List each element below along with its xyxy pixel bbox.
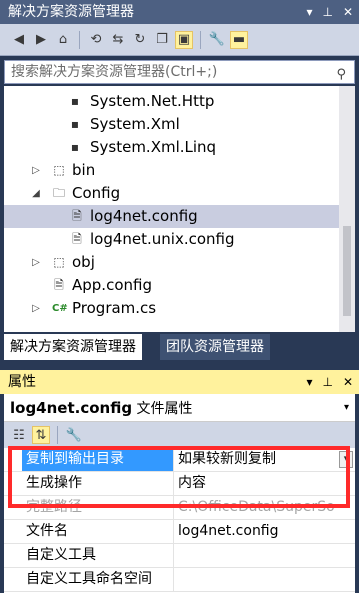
- refresh-icon[interactable]: ↻: [131, 31, 149, 49]
- config-file-icon: 🗎: [72, 209, 82, 223]
- preview-icon[interactable]: ▬: [230, 30, 248, 49]
- history-icon[interactable]: ⟲: [87, 31, 105, 49]
- close-icon[interactable]: ✕: [343, 0, 353, 24]
- back-icon[interactable]: ◀: [10, 31, 28, 49]
- categorized-icon[interactable]: ☷: [10, 426, 28, 444]
- search-icon[interactable]: ⚲: [336, 64, 346, 86]
- tree-item-bin[interactable]: ▷ ⬚ bin: [4, 159, 339, 182]
- expand-arrow-icon[interactable]: ▷: [30, 159, 42, 182]
- properties-wrench-icon[interactable]: 🔧: [208, 31, 226, 49]
- solution-explorer-toolbar: ◀ ▶ ⌂ ⟲ ⇆ ↻ ❐ ▣ 🔧 ▬: [0, 24, 359, 56]
- search-placeholder: 搜索解决方案资源管理器(Ctrl+;): [11, 64, 218, 80]
- folder-open-icon: 🗀: [52, 186, 65, 200]
- show-all-files-icon[interactable]: ▣: [175, 30, 193, 49]
- property-row-full-path[interactable]: 完整路径 C:\OfficeData\SuperSo: [4, 496, 355, 520]
- reference-icon: ▪: [70, 94, 80, 108]
- search-input[interactable]: 搜索解决方案资源管理器(Ctrl+;) ⚲: [4, 60, 355, 84]
- tree-item-obj[interactable]: ▷ ⬚ obj: [4, 251, 339, 274]
- properties-title: 属性: [8, 374, 36, 390]
- tree-item-config[interactable]: ◢ 🗀 Config: [4, 182, 339, 205]
- properties-object-name: log4net.config: [10, 399, 133, 417]
- close-icon[interactable]: ✕: [343, 370, 353, 394]
- expand-arrow-icon[interactable]: ▷: [30, 251, 42, 274]
- dropdown-icon[interactable]: ▾: [306, 0, 312, 24]
- pin-icon[interactable]: ⊥: [322, 370, 332, 394]
- explorer-tab-strip: 解决方案资源管理器 团队资源管理器: [0, 334, 359, 360]
- property-row-custom-tool[interactable]: 自定义工具: [4, 544, 355, 568]
- alphabetical-icon[interactable]: ⇅: [32, 426, 50, 444]
- config-file-icon: 🗎: [54, 278, 64, 292]
- reference-icon: ▪: [70, 140, 80, 154]
- tree-item-app-config[interactable]: 🗎 App.config: [4, 274, 339, 297]
- chevron-down-icon[interactable]: ▾: [339, 451, 353, 468]
- tree-item-system-xml[interactable]: ▪ System.Xml: [4, 113, 339, 136]
- tab-team-explorer[interactable]: 团队资源管理器: [160, 334, 270, 360]
- tree-item-log4net-unix-config[interactable]: 🗎 log4net.unix.config: [4, 228, 339, 251]
- forward-icon[interactable]: ▶: [32, 31, 50, 49]
- tree-item-system-xml-linq[interactable]: ▪ System.Xml.Linq: [4, 136, 339, 159]
- scrollbar-thumb[interactable]: [343, 226, 351, 316]
- folder-dotted-icon: ⬚: [53, 163, 65, 177]
- tree-item-system-net-http[interactable]: ▪ System.Net.Http: [4, 90, 339, 113]
- config-file-icon: 🗎: [72, 232, 82, 246]
- chevron-down-icon[interactable]: ▾: [344, 394, 349, 422]
- reference-icon: ▪: [70, 117, 80, 131]
- property-row-file-name[interactable]: 文件名 log4net.config: [4, 520, 355, 544]
- tab-solution-explorer[interactable]: 解决方案资源管理器: [4, 334, 142, 360]
- collapse-arrow-icon[interactable]: ◢: [30, 182, 42, 205]
- solution-explorer-title-bar: 解决方案资源管理器 ▾ ⊥ ✕: [0, 0, 359, 24]
- property-row-custom-tool-namespace[interactable]: 自定义工具命名空间: [4, 568, 355, 592]
- property-grid: 复制到输出目录 如果较新则复制 ▾ 生成操作 内容 完整路径 C:\Office…: [4, 448, 355, 593]
- properties-toolbar: ☷ ⇅ 🔧: [4, 422, 355, 448]
- csharp-file-icon: C#: [52, 303, 68, 314]
- property-pages-icon[interactable]: 🔧: [65, 426, 83, 444]
- folder-dotted-icon: ⬚: [53, 255, 65, 269]
- properties-title-bar: 属性 ▾ ⊥ ✕: [0, 370, 359, 394]
- pin-icon[interactable]: ⊥: [322, 0, 332, 24]
- dropdown-icon[interactable]: ▾: [306, 370, 312, 394]
- property-row-copy-to-output[interactable]: 复制到输出目录 如果较新则复制 ▾: [4, 448, 355, 472]
- properties-object-selector[interactable]: log4net.config 文件属性 ▾: [4, 394, 355, 422]
- collapse-all-icon[interactable]: ❐: [153, 31, 171, 49]
- tree-scrollbar[interactable]: [339, 86, 355, 332]
- expand-arrow-icon[interactable]: ▷: [30, 297, 42, 320]
- property-row-build-action[interactable]: 生成操作 内容: [4, 472, 355, 496]
- sync-icon[interactable]: ⇆: [109, 31, 127, 49]
- home-icon[interactable]: ⌂: [54, 31, 72, 49]
- properties-object-type: 文件属性: [136, 401, 193, 417]
- solution-explorer-title: 解决方案资源管理器: [8, 4, 134, 20]
- tree-item-log4net-config[interactable]: 🗎 log4net.config: [4, 205, 339, 228]
- tree-item-program-cs[interactable]: ▷ C# Program.cs: [4, 297, 339, 320]
- solution-tree: ▪ System.Net.Http ▪ System.Xml ▪ System.…: [4, 86, 355, 332]
